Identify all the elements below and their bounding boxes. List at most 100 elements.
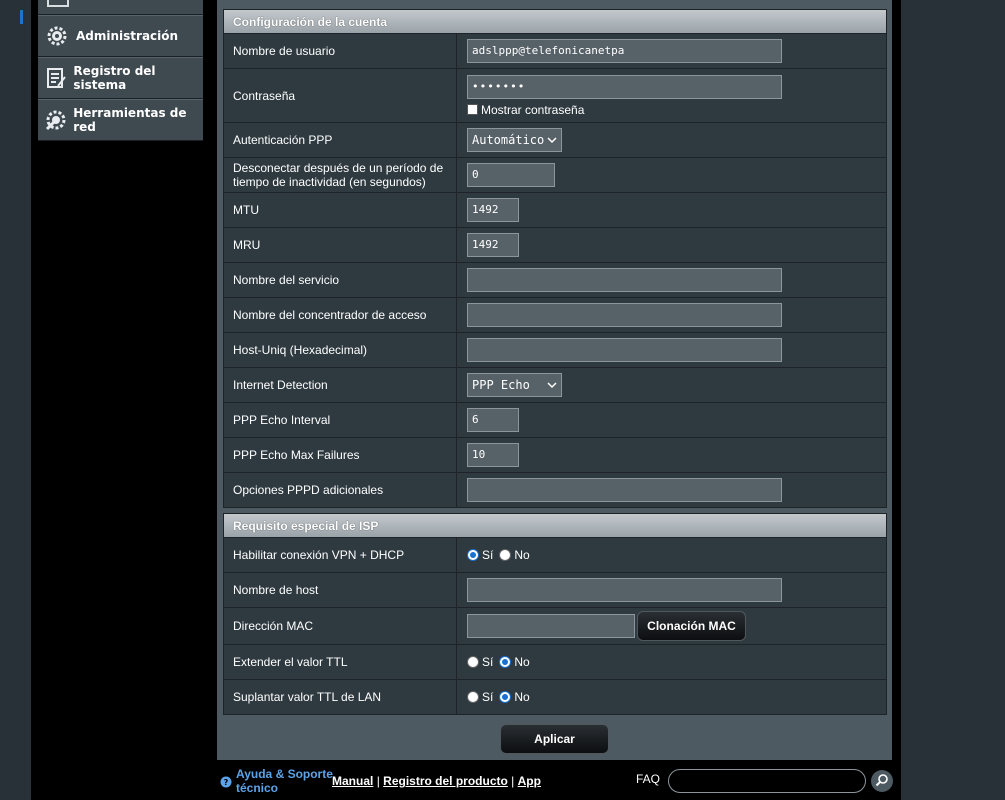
faq-search-button[interactable] [871, 770, 893, 792]
left-accent-bar [20, 10, 23, 24]
gear-icon [38, 24, 76, 48]
host-uniq-label: Host-Uniq (Hexadecimal) [224, 333, 457, 367]
chevron-down-icon [547, 133, 557, 147]
vpn-dhcp-label: Habilitar conexión VPN + DHCP [224, 538, 457, 572]
service-name-label: Nombre del servicio [224, 263, 457, 297]
internet-detection-value: PPP Echo [472, 378, 530, 392]
faq-label: FAQ [636, 772, 661, 786]
product-registration-link[interactable]: Registro del producto [383, 774, 508, 788]
section-header: Requisito especial de ISP [224, 514, 886, 538]
username-label: Nombre de usuario [224, 34, 457, 68]
ppp-auth-label: Autenticación PPP [224, 123, 457, 157]
spoof-ttl-label: Suplantar valor TTL de LAN [224, 680, 457, 714]
row-access-concentrator: Nombre del concentrador de acceso [224, 298, 886, 333]
password-label: Contraseña [224, 69, 457, 122]
main-panel: Configuración de la cuenta Nombre de usu… [217, 0, 892, 760]
radio-label-no: No [514, 690, 530, 704]
access-concentrator-input[interactable] [467, 303, 782, 327]
section-title: Configuración de la cuenta [233, 15, 388, 29]
show-password-checkbox[interactable] [467, 104, 478, 115]
sidebar-item-network-tools[interactable]: Herramientas de red [38, 99, 203, 141]
row-extend-ttl: Extender el valor TTL Sí No [224, 645, 886, 680]
row-echo-interval: PPP Echo Interval 6 [224, 403, 886, 438]
ppp-auth-value: Automático [472, 133, 545, 147]
link-separator: | [376, 774, 380, 788]
row-host-uniq: Host-Uniq (Hexadecimal) [224, 333, 886, 368]
row-mru: MRU 1492 [224, 228, 886, 263]
row-mtu: MTU 1492 [224, 193, 886, 228]
radio-label-yes: Sí [482, 655, 494, 669]
internet-detection-select[interactable]: PPP Echo [467, 373, 562, 397]
vpn-dhcp-no-radio[interactable] [499, 549, 512, 561]
mtu-label: MTU [224, 193, 457, 227]
mru-label: MRU [224, 228, 457, 262]
row-username: Nombre de usuario adslppp@telefonicanetp… [224, 34, 886, 69]
row-ppp-auth: Autenticación PPP Automático [224, 123, 886, 158]
row-pppd-options: Opciones PPPD adicionales [224, 473, 886, 507]
svg-text:?: ? [224, 778, 229, 787]
radio-label-yes: Sí [482, 548, 494, 562]
username-input[interactable]: adslppp@telefonicanetpa [467, 39, 782, 63]
echo-interval-label: PPP Echo Interval [224, 403, 457, 437]
sidebar-item-label: Administración [76, 29, 179, 43]
access-concentrator-label: Nombre del concentrador de acceso [224, 298, 457, 332]
extend-ttl-no-radio[interactable] [499, 656, 512, 668]
section-header: Configuración de la cuenta [224, 10, 886, 34]
log-icon [38, 66, 73, 90]
row-vpn-dhcp: Habilitar conexión VPN + DHCP Sí No [224, 538, 886, 573]
idle-timeout-label: Desconectar después de un período de tie… [224, 158, 457, 192]
faq-search-input[interactable] [668, 769, 866, 793]
mac-clone-button[interactable]: Clonación MAC [637, 611, 746, 641]
mtu-input[interactable]: 1492 [467, 198, 519, 222]
row-idle-timeout: Desconectar después de un período de tie… [224, 158, 886, 193]
manual-link[interactable]: Manual [332, 774, 373, 788]
mac-address-label: Dirección MAC [224, 608, 457, 644]
radio-label-yes: Sí [482, 690, 494, 704]
account-config-section: Configuración de la cuenta Nombre de usu… [223, 9, 887, 508]
row-mac-address: Dirección MAC Clonación MAC [224, 608, 886, 645]
hostname-input[interactable] [467, 578, 782, 602]
chevron-down-icon [547, 378, 557, 392]
radio-label-no: No [514, 548, 530, 562]
pppd-options-input[interactable] [467, 478, 782, 502]
ppp-auth-select[interactable]: Automático [467, 128, 562, 152]
idle-timeout-input[interactable]: 0 [467, 163, 555, 187]
partial-icon [47, 0, 69, 7]
link-separator: | [511, 774, 515, 788]
isp-requirement-section: Requisito especial de ISP Habilitar cone… [223, 513, 887, 715]
sidebar: Administración Registro del sistema Herr… [38, 0, 203, 141]
extend-ttl-label: Extender el valor TTL [224, 645, 457, 679]
help-icon: ? [220, 776, 232, 788]
host-uniq-input[interactable] [467, 338, 782, 362]
extend-ttl-yes-radio[interactable] [467, 656, 479, 668]
spoof-ttl-no-radio[interactable] [499, 691, 512, 703]
row-service-name: Nombre del servicio [224, 263, 886, 298]
show-password-label: Mostrar contraseña [481, 102, 585, 117]
password-input[interactable]: ••••••• [467, 74, 782, 99]
section-title: Requisito especial de ISP [233, 519, 379, 533]
sidebar-item-administration[interactable]: Administración [38, 15, 203, 57]
app-link[interactable]: App [518, 774, 541, 788]
radio-label-no: No [514, 655, 530, 669]
sidebar-item-partial[interactable] [38, 0, 203, 15]
footer: ? Ayuda & Soporte técnico Manual | Regis… [217, 762, 897, 800]
echo-interval-input[interactable]: 6 [467, 408, 519, 432]
service-name-input[interactable] [467, 268, 782, 292]
spoof-ttl-yes-radio[interactable] [467, 691, 479, 703]
row-internet-detection: Internet Detection PPP Echo [224, 368, 886, 403]
mac-address-input[interactable] [467, 614, 635, 638]
help-support-link[interactable]: Ayuda & Soporte técnico [236, 767, 336, 795]
row-spoof-ttl: Suplantar valor TTL de LAN Sí No [224, 680, 886, 714]
echo-max-failures-input[interactable]: 10 [467, 443, 519, 467]
sidebar-item-label: Herramientas de red [73, 106, 187, 134]
apply-button[interactable]: Aplicar [500, 724, 609, 754]
sidebar-item-system-log[interactable]: Registro del sistema [38, 57, 203, 99]
mru-input[interactable]: 1492 [467, 233, 519, 257]
row-hostname: Nombre de host [224, 573, 886, 608]
row-password: Contraseña ••••••• Mostrar contraseña [224, 69, 886, 123]
hostname-label: Nombre de host [224, 573, 457, 607]
internet-detection-label: Internet Detection [224, 368, 457, 402]
vpn-dhcp-yes-radio[interactable] [467, 549, 479, 561]
echo-max-failures-label: PPP Echo Max Failures [224, 438, 457, 472]
pppd-options-label: Opciones PPPD adicionales [224, 473, 457, 507]
